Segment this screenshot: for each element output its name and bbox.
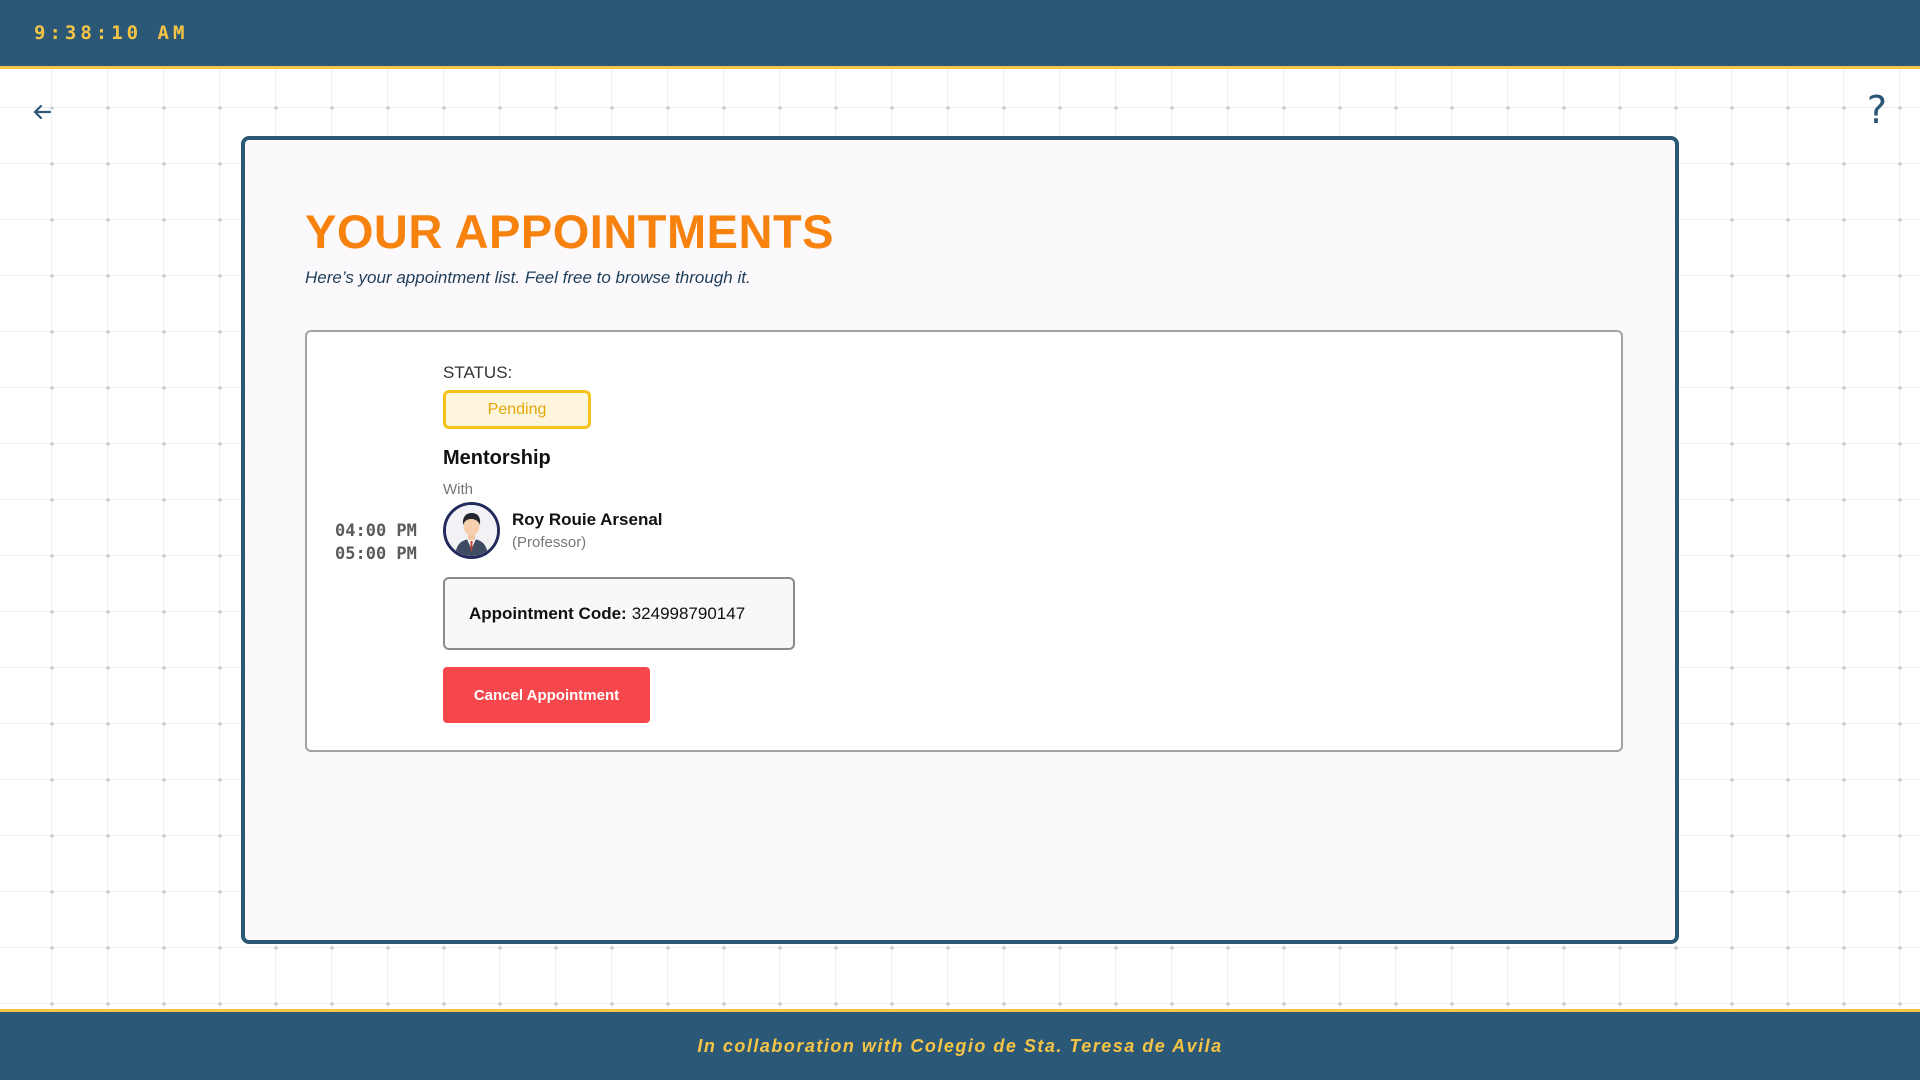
person-name: Roy Rouie Arsenal [512, 510, 663, 529]
appointment-item: 04:00 PM 05:00 PM STATUS: Pending Mentor… [305, 330, 1623, 752]
status-label: STATUS: [443, 363, 513, 382]
page-title: YOUR APPOINTMENTS [305, 205, 835, 258]
top-bar: 9:38:10 AM [0, 0, 1920, 69]
cancel-appointment-button[interactable]: Cancel Appointment [443, 667, 650, 723]
appointment-start-time: 04:00 PM [335, 521, 417, 541]
with-label: With [443, 481, 473, 498]
page-subtitle: Here’s your appointment list. Feel free … [305, 268, 751, 287]
appointment-code-value: 324998790147 [631, 603, 746, 623]
appointment-type: Mentorship [443, 447, 551, 469]
appointment-code-label: Appointment Code: [469, 603, 627, 623]
appointment-code-box: Appointment Code: 324998790147 [443, 577, 795, 650]
arrow-left-icon [33, 104, 52, 120]
back-button[interactable] [26, 96, 58, 128]
professor-avatar-icon [446, 505, 497, 556]
footer: In collaboration with Colegio de Sta. Te… [0, 1009, 1920, 1080]
help-button[interactable]: ? [1862, 88, 1892, 132]
footer-text: In collaboration with Colegio de Sta. Te… [697, 1035, 1223, 1056]
professor-avatar [443, 502, 500, 559]
appointments-card: YOUR APPOINTMENTS Here’s your appointmen… [241, 136, 1679, 944]
appointment-end-time: 05:00 PM [335, 544, 417, 564]
status-badge: Pending [443, 390, 591, 429]
clock: 9:38:10 AM [34, 22, 189, 44]
person-role: (Professor) [512, 534, 587, 551]
